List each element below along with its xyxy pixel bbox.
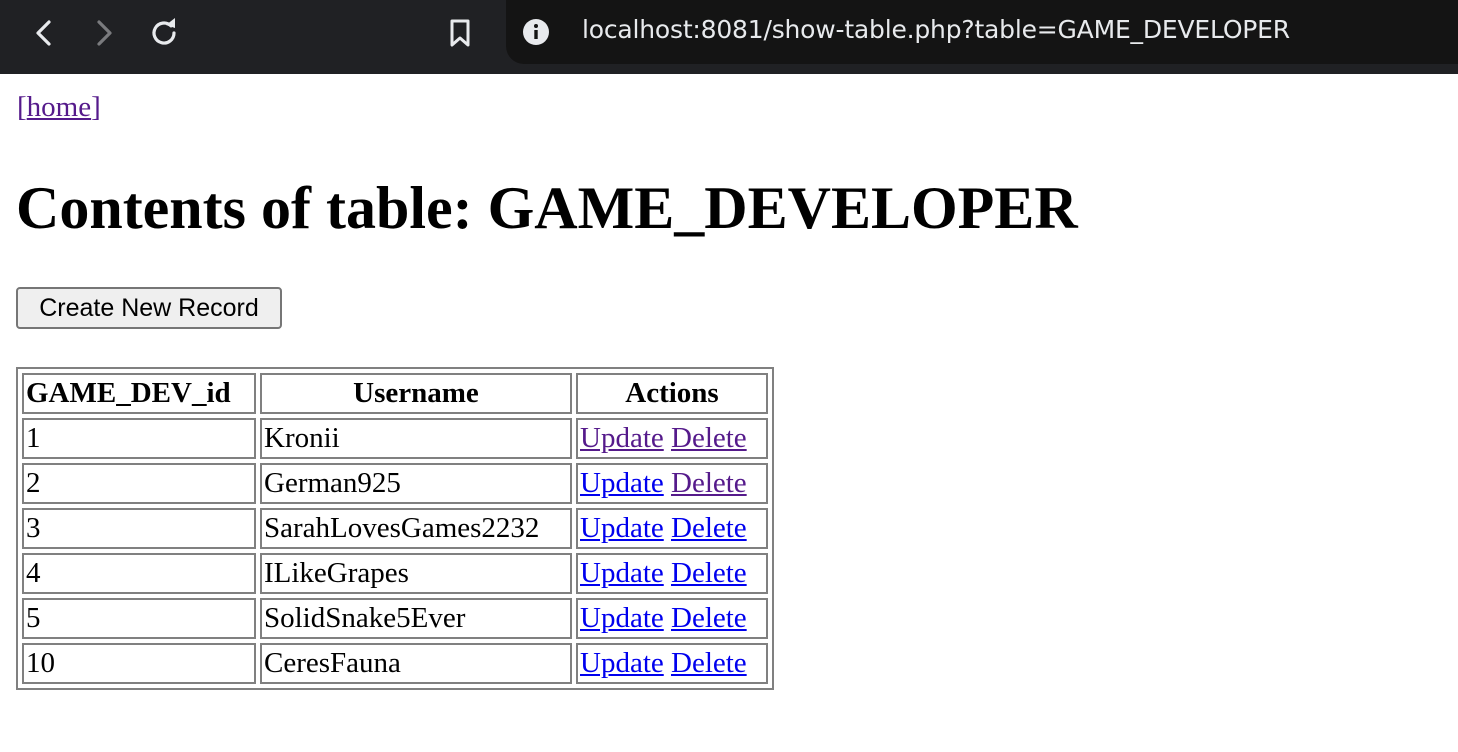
home-bracket-close: ] xyxy=(91,91,101,123)
chevron-left-icon xyxy=(36,20,51,46)
cell-actions: Update Delete xyxy=(576,508,768,549)
delete-link[interactable]: Delete xyxy=(671,467,747,499)
browser-toolbar: localhost:8081/show-table.php?table=GAME… xyxy=(0,0,1458,74)
column-header-actions: Actions xyxy=(576,373,768,414)
records-table: GAME_DEV_id Username Actions 1 Kronii Up… xyxy=(16,367,774,690)
cell-id: 1 xyxy=(22,418,256,459)
url-text[interactable]: localhost:8081/show-table.php?table=GAME… xyxy=(582,15,1290,44)
cell-id: 2 xyxy=(22,463,256,504)
page-title: Contents of table: GAME_DEVELOPER xyxy=(16,175,1078,241)
table-row: 10 CeresFauna Update Delete xyxy=(22,643,768,684)
cell-username: German925 xyxy=(260,463,572,504)
delete-link[interactable]: Delete xyxy=(671,647,747,679)
table-row: 3 SarahLovesGames2232 Update Delete xyxy=(22,508,768,549)
update-link[interactable]: Update xyxy=(580,422,664,454)
table-row: 4 ILikeGrapes Update Delete xyxy=(22,553,768,594)
update-link[interactable]: Update xyxy=(580,512,664,544)
update-link[interactable]: Update xyxy=(580,467,664,499)
delete-link[interactable]: Delete xyxy=(671,602,747,634)
delete-link[interactable]: Delete xyxy=(671,557,747,589)
cell-username: SarahLovesGames2232 xyxy=(260,508,572,549)
cell-id: 4 xyxy=(22,553,256,594)
update-link[interactable]: Update xyxy=(580,602,664,634)
cell-actions: Update Delete xyxy=(576,643,768,684)
cell-username: Kronii xyxy=(260,418,572,459)
cell-actions: Update Delete xyxy=(576,463,768,504)
cell-id: 10 xyxy=(22,643,256,684)
home-link[interactable]: home xyxy=(27,91,91,123)
address-bar[interactable]: localhost:8081/show-table.php?table=GAME… xyxy=(506,0,1458,64)
info-icon[interactable] xyxy=(522,18,550,46)
chevron-right-icon xyxy=(97,20,112,46)
forward-button[interactable] xyxy=(84,13,124,53)
delete-link[interactable]: Delete xyxy=(671,512,747,544)
cell-id: 5 xyxy=(22,598,256,639)
cell-actions: Update Delete xyxy=(576,553,768,594)
cell-username: CeresFauna xyxy=(260,643,572,684)
reload-button[interactable] xyxy=(144,13,184,53)
update-link[interactable]: Update xyxy=(580,647,664,679)
table-row: 2 German925 Update Delete xyxy=(22,463,768,504)
home-bracket-open: [ xyxy=(17,91,27,123)
bookmark-icon xyxy=(450,19,470,47)
table-row: 1 Kronii Update Delete xyxy=(22,418,768,459)
cell-actions: Update Delete xyxy=(576,418,768,459)
cell-username: ILikeGrapes xyxy=(260,553,572,594)
cell-id: 3 xyxy=(22,508,256,549)
table-header-row: GAME_DEV_id Username Actions xyxy=(22,373,768,414)
create-new-record-button[interactable]: Create New Record xyxy=(16,287,282,329)
cell-username: SolidSnake5Ever xyxy=(260,598,572,639)
column-header-username: Username xyxy=(260,373,572,414)
table-row: 5 SolidSnake5Ever Update Delete xyxy=(22,598,768,639)
back-button[interactable] xyxy=(24,13,64,53)
delete-link[interactable]: Delete xyxy=(671,422,747,454)
home-link-wrapper: [home] xyxy=(17,91,101,124)
update-link[interactable]: Update xyxy=(580,557,664,589)
cell-actions: Update Delete xyxy=(576,598,768,639)
bookmark-button[interactable] xyxy=(440,13,480,53)
reload-icon xyxy=(152,18,176,45)
column-header-id: GAME_DEV_id xyxy=(22,373,256,414)
